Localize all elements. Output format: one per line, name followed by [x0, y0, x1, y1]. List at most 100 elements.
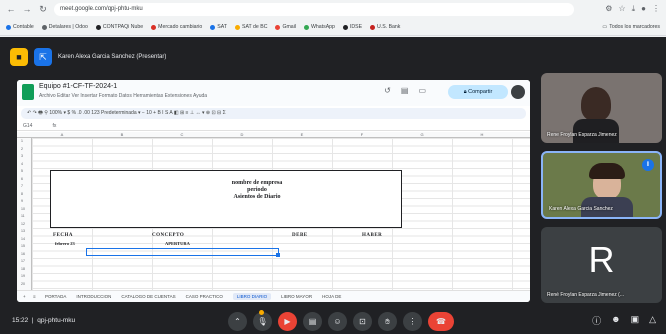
- row-number[interactable]: 9: [21, 199, 23, 203]
- column-header[interactable]: H: [452, 132, 512, 137]
- bookmark-icon: [41, 24, 47, 30]
- bookmark-item[interactable]: SAT de BC: [234, 24, 267, 30]
- row-number[interactable]: 14: [21, 237, 25, 241]
- all-bookmarks[interactable]: ▭ Todos los marcadores: [602, 24, 660, 30]
- bookmark-item[interactable]: CONTPAQi Nube: [95, 24, 143, 30]
- row-number[interactable]: 11: [21, 214, 25, 218]
- meeting-info: 15:22 | qpj-phtu-mku: [12, 317, 76, 324]
- bookmark-icon: [6, 24, 11, 30]
- sheet-toolbar[interactable]: ↶ ↷ 🖶 ⚲ 100% ▾ $ % .0 .00 123 Predetermi…: [21, 108, 526, 119]
- bookmark-item[interactable]: Gmail: [275, 24, 296, 30]
- comment-icon[interactable]: ▤: [401, 86, 409, 95]
- bookmark-item[interactable]: IDSE: [342, 24, 362, 30]
- row-number[interactable]: 13: [21, 229, 25, 233]
- selected-range[interactable]: [86, 248, 279, 256]
- tab-hoja[interactable]: HOJA DE: [322, 294, 341, 299]
- row-number[interactable]: 3: [21, 154, 23, 158]
- row-number[interactable]: 4: [21, 162, 23, 166]
- people-icon[interactable]: ☻: [611, 314, 620, 327]
- fill-handle[interactable]: [276, 253, 280, 257]
- chat-icon[interactable]: ▣: [631, 314, 640, 327]
- cell-concept[interactable]: APERTURA: [165, 241, 190, 246]
- journal-title: Asientos de Diario: [233, 194, 281, 201]
- bookmark-item[interactable]: Mercado cambiario: [151, 24, 202, 30]
- browser-chrome: ← → ↻ meet.google.com/qpj-phtu-mku ⚙ ☆ ⤓…: [0, 0, 666, 37]
- camera-off-icon[interactable]: ▶: [278, 312, 297, 331]
- participant-video: [581, 87, 611, 121]
- bookmark-item[interactable]: WhatsApp: [304, 24, 335, 30]
- notification-dot: [259, 310, 264, 315]
- row-number[interactable]: 5: [21, 169, 23, 173]
- captions-icon[interactable]: ▤: [303, 312, 322, 331]
- tab-catalogo[interactable]: CATALOGO DE CUENTAS: [121, 294, 175, 299]
- tab-libro-mayor[interactable]: LIBRO MAYOR: [281, 294, 312, 299]
- forward-icon[interactable]: →: [22, 4, 32, 14]
- column-header[interactable]: B: [92, 132, 152, 137]
- mic-icon[interactable]: 🎙︎: [253, 312, 272, 331]
- add-sheet-icon[interactable]: +: [23, 294, 26, 299]
- column-header[interactable]: A: [32, 132, 92, 137]
- header-fecha: FECHA: [53, 233, 73, 238]
- address-bar[interactable]: meet.google.com/qpj-phtu-mku: [54, 2, 574, 16]
- row-number[interactable]: 1: [21, 139, 23, 143]
- back-icon[interactable]: ←: [6, 4, 16, 14]
- bookmark-item[interactable]: U.S. Bank: [370, 24, 400, 30]
- present-screen-icon[interactable]: ⊡: [353, 312, 372, 331]
- emoji-icon[interactable]: ☺: [328, 312, 347, 331]
- column-header[interactable]: D: [212, 132, 272, 137]
- info-icon[interactable]: ⓘ: [592, 314, 601, 327]
- audio-options-icon[interactable]: ⌃: [228, 312, 247, 331]
- star-icon[interactable]: ☆: [618, 4, 625, 14]
- bookmark-icon: [342, 24, 348, 30]
- row-number[interactable]: 18: [21, 267, 25, 271]
- profile-icon[interactable]: ●: [641, 4, 646, 14]
- tab-libro-diario[interactable]: LIBRO DIARIO: [232, 293, 272, 300]
- all-sheets-icon[interactable]: ≡: [33, 294, 36, 299]
- more-options-icon[interactable]: ⋮: [403, 312, 422, 331]
- column-header[interactable]: F: [332, 132, 392, 137]
- participant-tile[interactable]: Rene Froylan Esparza Jimenez: [541, 73, 662, 143]
- row-number[interactable]: 7: [21, 184, 23, 188]
- row-number[interactable]: 8: [21, 192, 23, 196]
- tab-portada[interactable]: PORTADA: [45, 294, 66, 299]
- cell-date[interactable]: febrero 23: [55, 241, 75, 246]
- bookmark-item[interactable]: Contable: [6, 24, 34, 30]
- row-number[interactable]: 2: [21, 147, 23, 151]
- bookmark-item[interactable]: Detalares | Odoo: [41, 24, 88, 30]
- activities-icon[interactable]: △: [649, 314, 656, 327]
- history-icon[interactable]: ↺: [384, 86, 391, 95]
- bookmark-item[interactable]: SAT: [210, 24, 227, 30]
- presenter-app-icon[interactable]: ■: [10, 48, 28, 66]
- row-number[interactable]: 10: [21, 207, 25, 211]
- share-button[interactable]: 🔒︎ Compartir: [448, 85, 508, 99]
- tab-caso-practico[interactable]: CASO PRACTICO: [186, 294, 223, 299]
- download-icon[interactable]: ⤓: [632, 4, 636, 14]
- sheet-menu-bar[interactable]: Archivo Editar Ver Insertar Formato Dato…: [39, 93, 207, 99]
- row-number[interactable]: 16: [21, 252, 25, 256]
- raise-hand-icon[interactable]: ✋︎: [378, 312, 397, 331]
- row-number[interactable]: 6: [21, 177, 23, 181]
- meet-icon[interactable]: ▭: [418, 86, 426, 95]
- row-number[interactable]: 19: [21, 274, 25, 278]
- column-header[interactable]: C: [152, 132, 212, 137]
- present-icon[interactable]: ⇱: [34, 48, 52, 66]
- meeting-code: qpj-phtu-mku: [37, 317, 76, 324]
- menu-icon[interactable]: ⋮: [652, 4, 660, 14]
- row-number[interactable]: 12: [21, 222, 25, 226]
- name-box[interactable]: G14: [23, 123, 32, 129]
- reload-icon[interactable]: ↻: [38, 4, 48, 15]
- sheet-title[interactable]: Equipo #1-CF-TF-2024-1: [39, 83, 117, 90]
- bookmark-icon: [304, 24, 309, 30]
- participant-tile-active[interactable]: ⦀ Karen Alexa Garcia Sanchez: [541, 151, 662, 219]
- column-header[interactable]: E: [272, 132, 332, 137]
- row-number[interactable]: 17: [21, 259, 25, 263]
- speaking-indicator-icon: ⦀: [642, 159, 654, 171]
- tab-introduccion[interactable]: INTRODUCCION: [76, 294, 111, 299]
- avatar[interactable]: [511, 85, 525, 99]
- column-header[interactable]: G: [392, 132, 452, 137]
- hang-up-button[interactable]: ☎: [428, 312, 454, 331]
- participant-tile[interactable]: R René Froylan Esparza Jimenez (...: [541, 227, 662, 303]
- row-number[interactable]: 20: [21, 282, 25, 286]
- extensions-icon[interactable]: ⚙: [605, 4, 612, 14]
- row-number[interactable]: 15: [21, 244, 25, 248]
